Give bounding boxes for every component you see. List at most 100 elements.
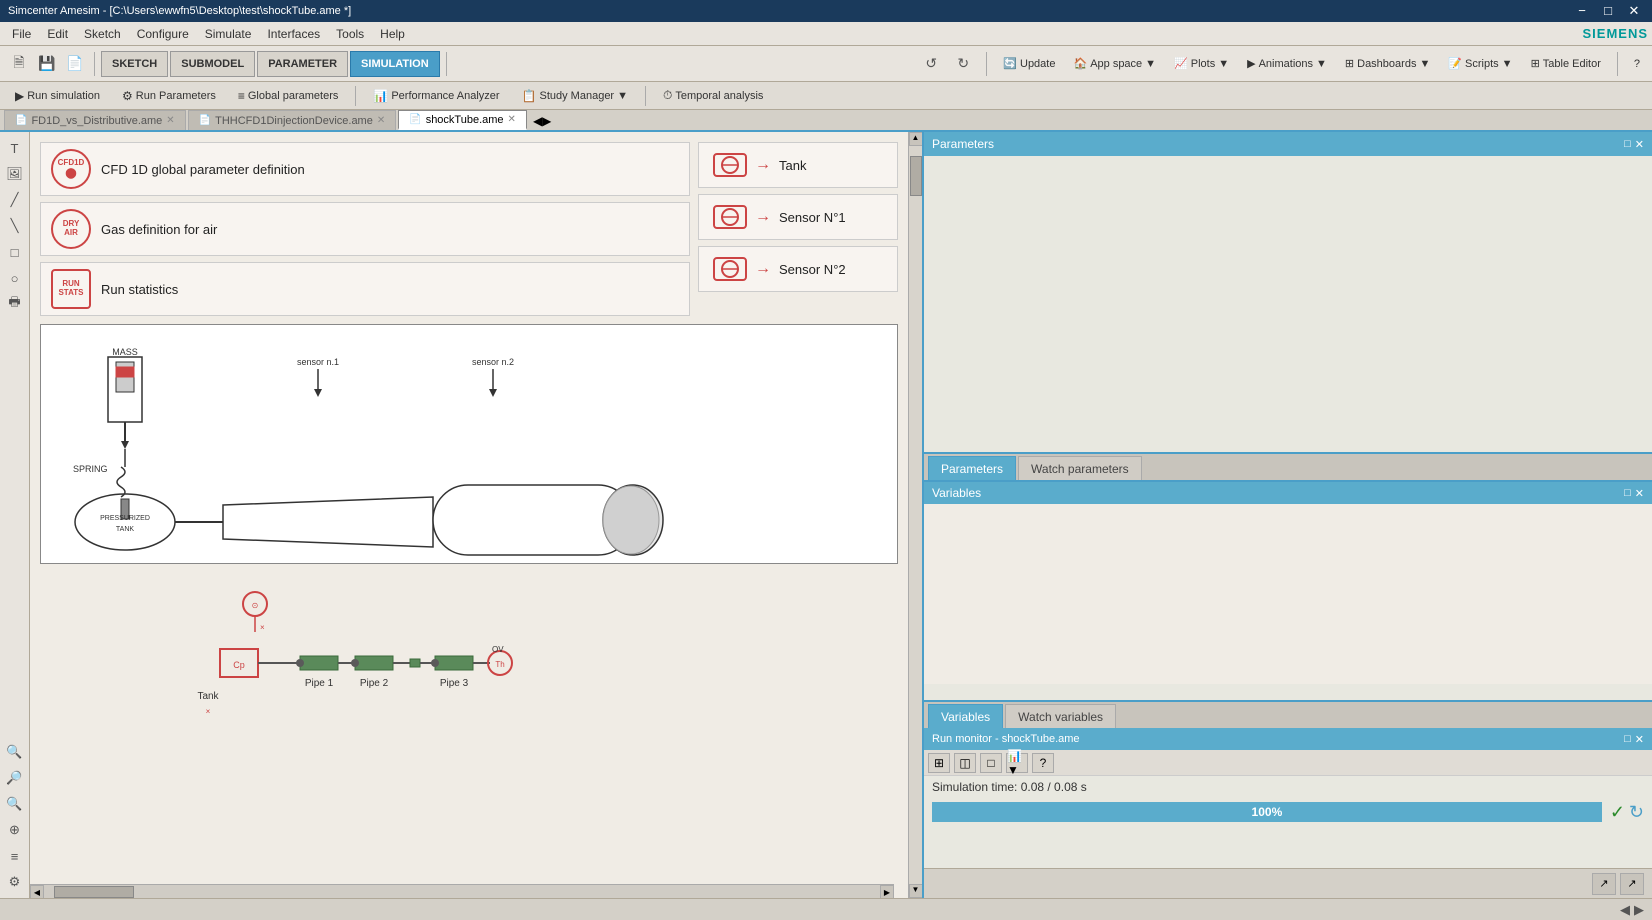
parameters-tabs: Parameters Watch parameters [924, 452, 1652, 480]
run-simulation-btn[interactable]: ▶ Run simulation [6, 85, 109, 107]
sidebar-zoom-in-icon[interactable]: 🔎 [3, 766, 27, 790]
variables-close-btn[interactable]: ✕ [1635, 487, 1644, 500]
sidebar-rect-icon[interactable]: □ [3, 240, 27, 264]
v-scroll-track[interactable] [909, 146, 923, 884]
window-controls[interactable]: − □ ✕ [1572, 3, 1644, 19]
variables-restore-btn[interactable]: □ [1624, 487, 1631, 500]
panel-controls[interactable]: □ ✕ [1624, 138, 1644, 151]
panel-restore-btn[interactable]: □ [1624, 138, 1631, 151]
parameter-mode-btn[interactable]: PARAMETER [257, 51, 348, 77]
status-arrows[interactable]: ◀ ▶ [1620, 902, 1644, 918]
run-parameters-btn[interactable]: ⚙ Run Parameters [113, 85, 225, 107]
gas-air-component[interactable]: DRYAIR Gas definition for air [40, 202, 690, 256]
sketch-mode-btn[interactable]: SKETCH [101, 51, 168, 77]
run-monitor-close-btn[interactable]: ✕ [1635, 733, 1644, 746]
temporal-analysis-btn[interactable]: ⏱ Temporal analysis [654, 85, 772, 107]
performance-analyzer-btn[interactable]: 📊 Performance Analyzer [364, 85, 508, 107]
rm-btn-help[interactable]: ? [1032, 753, 1054, 773]
run-monitor-restore-btn[interactable]: □ [1624, 733, 1631, 746]
watch-variables-tab[interactable]: Watch variables [1005, 704, 1116, 728]
sidebar-search-icon[interactable]: 🔍 [3, 740, 27, 764]
global-parameters-btn[interactable]: ≡ Global parameters [229, 85, 348, 107]
canvas-inner[interactable]: CFD1D⬤ CFD 1D global parameter definitio… [30, 132, 908, 898]
run-monitor-toolbar: ⊞ ◫ □ 📊▼ ? [924, 750, 1652, 776]
rm-btn-3[interactable]: □ [980, 753, 1002, 773]
close-btn[interactable]: ✕ [1624, 3, 1644, 19]
sidebar-print-icon[interactable]: 🖶 [3, 292, 27, 316]
status-left-btn[interactable]: ◀ [1620, 902, 1630, 918]
rp-bottom-btn1[interactable]: ↗ [1592, 873, 1616, 895]
rm-btn-2[interactable]: ◫ [954, 753, 976, 773]
variables-controls[interactable]: □ ✕ [1624, 487, 1644, 500]
menu-interfaces[interactable]: Interfaces [259, 25, 328, 43]
refresh-icon[interactable]: ↻ [1629, 802, 1644, 823]
v-scroll-up-btn[interactable]: ▲ [909, 132, 923, 146]
sidebar-diag-icon[interactable]: ╲ [3, 214, 27, 238]
menu-simulate[interactable]: Simulate [197, 25, 260, 43]
app-space-btn[interactable]: 🏠 App space ▼ [1067, 55, 1162, 72]
animations-btn[interactable]: ▶ Animations ▼ [1241, 55, 1333, 72]
run-monitor-controls[interactable]: □ ✕ [1624, 733, 1644, 746]
menu-tools[interactable]: Tools [328, 25, 372, 43]
rp-bottom-btn2[interactable]: ↗ [1620, 873, 1644, 895]
redo-btn[interactable]: ↻ [950, 51, 976, 77]
dashboards-btn[interactable]: ⊞ Dashboards ▼ [1339, 55, 1436, 72]
v-scroll-thumb[interactable] [910, 156, 922, 196]
tank-sensor-item[interactable]: → Tank [698, 142, 898, 188]
tab-close-3[interactable]: ✕ [508, 114, 516, 125]
params-tab[interactable]: Parameters [928, 456, 1016, 480]
help-btn[interactable]: ? [1628, 56, 1646, 72]
submodel-mode-btn[interactable]: SUBMODEL [170, 51, 255, 77]
sidebar-img-icon[interactable]: 🖼 [3, 162, 27, 186]
rm-btn-4[interactable]: 📊▼ [1006, 753, 1028, 773]
plots-btn[interactable]: 📈 Plots ▼ [1168, 55, 1235, 72]
sidebar-zoom-out-icon[interactable]: 🔍 [3, 792, 27, 816]
sidebar-text-icon[interactable]: T [3, 136, 27, 160]
tab-close-1[interactable]: ✕ [166, 115, 174, 126]
h-scrollbar[interactable]: ◀ ▶ [30, 884, 894, 898]
scripts-btn[interactable]: 📝 Scripts ▼ [1442, 55, 1518, 72]
simulation-mode-btn[interactable]: SIMULATION [350, 51, 440, 77]
toolbar-icon-3[interactable]: 📄 [62, 51, 88, 77]
progress-controls[interactable]: ✓ ↻ [1610, 802, 1644, 823]
tab-shocktube[interactable]: 📄 shockTube.ame ✕ [398, 110, 527, 130]
watch-params-tab[interactable]: Watch parameters [1018, 456, 1142, 480]
cfd1d-component[interactable]: CFD1D⬤ CFD 1D global parameter definitio… [40, 142, 690, 196]
sidebar-layers-icon[interactable]: ≡ [3, 844, 27, 868]
menu-file[interactable]: File [4, 25, 39, 43]
h-scroll-left-btn[interactable]: ◀ [30, 885, 44, 898]
status-right-btn[interactable]: ▶ [1634, 902, 1644, 918]
minimize-btn[interactable]: − [1572, 3, 1592, 19]
study-manager-btn[interactable]: 📋 Study Manager ▼ [513, 85, 637, 107]
menu-edit[interactable]: Edit [39, 25, 76, 43]
variables-content [924, 504, 1652, 684]
sidebar-settings-icon[interactable]: ⚙ [3, 870, 27, 894]
menu-sketch[interactable]: Sketch [76, 25, 129, 43]
tab-thhcfd[interactable]: 📄 THHCFD1DinjectionDevice.ame ✕ [188, 110, 397, 130]
tab-fd1d[interactable]: 📄 FD1D_vs_Distributive.ame ✕ [4, 110, 186, 130]
tab-nav[interactable]: ◀▶ [529, 112, 555, 130]
variables-tab[interactable]: Variables [928, 704, 1003, 728]
sensor1-item[interactable]: → Sensor N°1 [698, 194, 898, 240]
h-scroll-track[interactable] [44, 885, 880, 898]
menu-configure[interactable]: Configure [129, 25, 197, 43]
maximize-btn[interactable]: □ [1598, 3, 1618, 19]
h-scroll-right-btn[interactable]: ▶ [880, 885, 894, 898]
update-btn[interactable]: 🔄 Update [997, 55, 1061, 72]
undo-btn[interactable]: ↺ [918, 51, 944, 77]
panel-close-btn[interactable]: ✕ [1635, 138, 1644, 151]
v-scrollbar[interactable]: ▲ ▼ [908, 132, 922, 898]
menu-help[interactable]: Help [372, 25, 413, 43]
rm-btn-1[interactable]: ⊞ [928, 753, 950, 773]
h-scroll-thumb[interactable] [54, 886, 134, 898]
run-stats-component[interactable]: RUNSTATS Run statistics [40, 262, 690, 316]
tab-close-2[interactable]: ✕ [377, 115, 385, 126]
sensor2-item[interactable]: → Sensor N°2 [698, 246, 898, 292]
v-scroll-down-btn[interactable]: ▼ [909, 884, 923, 898]
sidebar-fit-icon[interactable]: ⊕ [3, 818, 27, 842]
sidebar-line-icon[interactable]: ╱ [3, 188, 27, 212]
sidebar-circle-icon[interactable]: ○ [3, 266, 27, 290]
table-editor-btn[interactable]: ⊞ Table Editor [1525, 55, 1607, 72]
toolbar-icon-2[interactable]: 💾 [34, 51, 60, 77]
toolbar-icon-1[interactable]: 🗎 [6, 51, 32, 77]
